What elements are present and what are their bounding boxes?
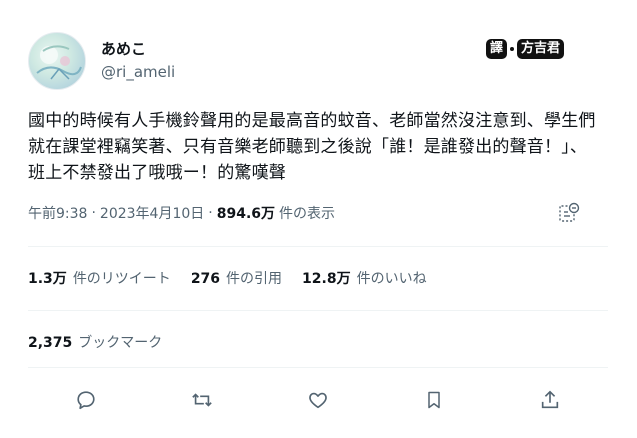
views-count: 894.6万 <box>216 206 276 222</box>
likes-stat[interactable]: 12.8万 件のいいね <box>302 268 427 288</box>
engagement-stats: 1.3万 件のリツイート 276 件の引用 12.8万 件のいいね <box>28 268 447 288</box>
user-handle[interactable]: @ri_ameli <box>101 63 175 81</box>
tweet-date[interactable]: 2023年4月10日 <box>100 203 204 223</box>
meta-separator: · <box>91 205 96 221</box>
tweet-time[interactable]: 午前9:38 <box>28 203 87 223</box>
share-icon[interactable] <box>537 387 563 413</box>
display-name[interactable]: あめこ <box>101 38 146 59</box>
divider <box>28 246 608 247</box>
quotes-stat[interactable]: 276 件の引用 <box>191 268 282 288</box>
retweets-count: 1.3万 <box>28 271 67 287</box>
likes-count: 12.8万 <box>302 271 351 287</box>
avatar-illustration <box>36 45 82 80</box>
retweet-icon[interactable] <box>189 387 215 413</box>
action-bar <box>28 385 608 415</box>
avatar[interactable] <box>28 32 86 90</box>
meta-separator: · <box>208 205 213 221</box>
badge-dot <box>510 47 515 51</box>
bookmark-icon[interactable] <box>421 387 447 413</box>
tweet-meta: 午前9:38 · 2023年4月10日 · 894.6万 件の表示 <box>28 203 335 223</box>
bookmarks-label: ブックマーク <box>78 335 163 351</box>
likes-label: 件のいいね <box>356 271 427 287</box>
retweets-label: 件のリツイート <box>72 271 171 287</box>
like-icon[interactable] <box>305 387 331 413</box>
retweets-stat[interactable]: 1.3万 件のリツイート <box>28 268 171 288</box>
views-label: 件の表示 <box>279 206 336 222</box>
divider <box>28 367 608 368</box>
analytics-icon[interactable] <box>558 202 580 224</box>
translator-badge-mark: 譯 <box>486 39 508 59</box>
tweet-text: 國中的時候有人手機鈴聲用的是最高音的蚊音、老師當然沒注意到、學生們就在課堂裡竊笑… <box>28 111 596 183</box>
quotes-count: 276 <box>190 271 221 287</box>
reply-icon[interactable] <box>73 387 99 413</box>
translator-badge: 譯 方吉君 <box>486 37 565 61</box>
quotes-label: 件の引用 <box>226 271 283 287</box>
bookmarks-count: 2,375 <box>28 335 73 351</box>
bookmarks-stat[interactable]: 2,375 ブックマーク <box>28 332 162 352</box>
translator-badge-name: 方吉君 <box>517 39 565 59</box>
divider <box>28 310 608 311</box>
